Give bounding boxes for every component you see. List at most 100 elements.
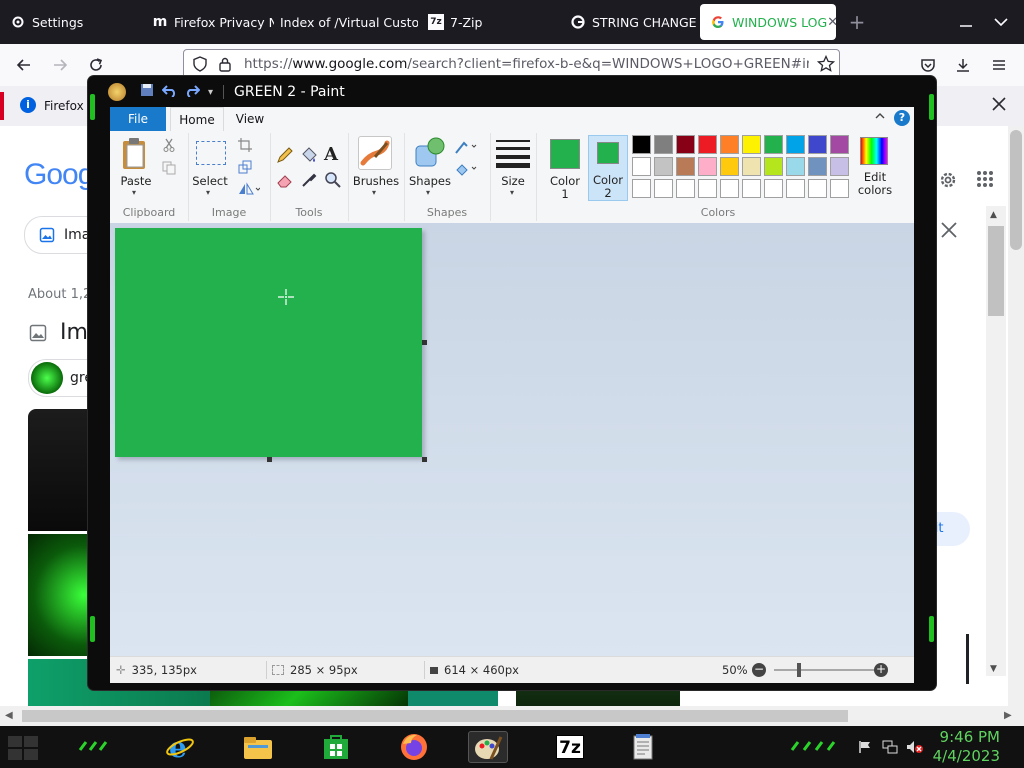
ie-icon[interactable]: e xyxy=(164,731,196,763)
downloads-icon[interactable] xyxy=(952,54,974,76)
palette-swatch[interactable] xyxy=(786,157,805,176)
tab-list-icon[interactable] xyxy=(992,14,1010,30)
url-bar[interactable]: https://www.google.com/search?client=fir… xyxy=(183,49,840,79)
help-icon[interactable]: ? xyxy=(894,110,910,126)
preview-scrollbar[interactable]: ▲ ▼ xyxy=(986,206,1006,676)
outline-icon[interactable] xyxy=(454,139,478,158)
scroll-down-icon[interactable]: ▼ xyxy=(990,664,997,674)
settings-gear-icon[interactable] xyxy=(938,170,958,193)
paint-icon[interactable] xyxy=(468,731,508,763)
apps-grid-icon[interactable] xyxy=(976,170,994,191)
size-button[interactable]: Size xyxy=(490,175,536,188)
resize-handle-corner[interactable] xyxy=(422,457,427,462)
brushes-button[interactable]: Brushes xyxy=(348,175,404,188)
resize-handle-bottom[interactable] xyxy=(267,457,272,462)
select-icon[interactable] xyxy=(196,141,226,165)
palette-swatch[interactable] xyxy=(632,157,651,176)
size-dropdown-icon[interactable]: ▾ xyxy=(510,188,514,197)
zoom-in-button[interactable]: + xyxy=(874,663,888,677)
paste-dropdown-icon[interactable]: ▾ xyxy=(132,188,136,197)
network-icon[interactable] xyxy=(882,740,898,757)
palette-swatch[interactable] xyxy=(676,135,695,154)
reload-button[interactable] xyxy=(85,54,107,76)
palette-swatch[interactable] xyxy=(632,179,651,198)
zoom-out-button[interactable]: − xyxy=(752,663,766,677)
drawing-canvas[interactable] xyxy=(115,228,422,457)
palette-swatch[interactable] xyxy=(830,157,849,176)
crop-icon[interactable] xyxy=(238,138,252,155)
canvas-area[interactable] xyxy=(110,223,914,656)
palette-swatch[interactable] xyxy=(676,179,695,198)
resize-icon[interactable] xyxy=(238,160,252,177)
tab-windows-logo[interactable]: WINDOWS LOG ✕ xyxy=(700,4,836,40)
forward-button[interactable] xyxy=(49,54,71,76)
tab-index-virtual[interactable]: Index of /Virtual Custo xyxy=(276,4,418,40)
palette-swatch[interactable] xyxy=(786,179,805,198)
bookmark-star-icon[interactable] xyxy=(816,54,836,76)
tab-firefox-privacy[interactable]: m Firefox Privacy No xyxy=(142,4,274,40)
scroll-right-icon[interactable]: ▶ xyxy=(1004,710,1012,721)
close-notification-icon[interactable] xyxy=(990,95,1008,116)
eraser-icon[interactable] xyxy=(276,171,294,192)
collapse-ribbon-icon[interactable] xyxy=(874,110,886,125)
palette-swatch[interactable] xyxy=(720,135,739,154)
palette-swatch[interactable] xyxy=(632,135,651,154)
paint-title-bar[interactable]: ▾ GREEN 2 - Paint xyxy=(108,78,918,106)
palette-swatch[interactable] xyxy=(654,179,673,198)
pencil-icon[interactable] xyxy=(276,146,294,167)
paste-button[interactable]: Paste xyxy=(116,175,156,188)
palette-swatch[interactable] xyxy=(830,135,849,154)
palette-swatch[interactable] xyxy=(698,135,717,154)
palette-swatch[interactable] xyxy=(764,179,783,198)
palette-swatch[interactable] xyxy=(830,179,849,198)
select-button[interactable]: Select xyxy=(190,175,230,188)
color2-button[interactable]: Color 2 xyxy=(588,135,628,201)
tab-home[interactable]: Home xyxy=(170,107,224,132)
color-picker-icon[interactable] xyxy=(300,171,318,192)
rotate-icon[interactable] xyxy=(238,182,261,199)
page-scroll-thumb[interactable] xyxy=(1010,130,1022,250)
select-dropdown-icon[interactable]: ▾ xyxy=(206,188,210,197)
menu-icon[interactable] xyxy=(988,54,1010,76)
lock-icon[interactable] xyxy=(218,56,232,75)
cut-icon[interactable] xyxy=(162,138,176,155)
shapes-icon[interactable] xyxy=(414,136,446,171)
google-logo[interactable]: Goog xyxy=(24,158,94,192)
file-explorer-icon[interactable] xyxy=(242,731,274,763)
7zip-icon[interactable]: 7z xyxy=(554,731,586,763)
url-text[interactable]: https://www.google.com/search?client=fir… xyxy=(244,56,809,72)
back-button[interactable] xyxy=(13,54,35,76)
palette-swatch[interactable] xyxy=(698,179,717,198)
edit-colors-button[interactable]: Edit colors xyxy=(856,137,894,199)
taskbar-clock[interactable]: 9:46 PM 4/4/2023 xyxy=(920,728,1000,766)
tab-file[interactable]: File xyxy=(110,107,166,131)
horizontal-scroll-thumb[interactable] xyxy=(22,710,848,722)
palette-swatch[interactable] xyxy=(764,157,783,176)
tab-view[interactable]: View xyxy=(228,107,272,131)
tab-7zip[interactable]: 7z 7-Zip xyxy=(418,4,558,40)
palette-swatch[interactable] xyxy=(654,157,673,176)
scroll-left-icon[interactable]: ◀ xyxy=(5,710,13,721)
zoom-slider-thumb[interactable] xyxy=(797,663,801,677)
palette-swatch[interactable] xyxy=(786,135,805,154)
palette-swatch[interactable] xyxy=(676,157,695,176)
palette-swatch[interactable] xyxy=(742,157,761,176)
palette-swatch[interactable] xyxy=(808,179,827,198)
magnifier-icon[interactable] xyxy=(324,171,342,192)
redo-icon[interactable] xyxy=(184,83,201,101)
firefox-icon[interactable] xyxy=(398,731,430,763)
brushes-icon[interactable] xyxy=(358,136,392,170)
close-preview-icon[interactable] xyxy=(940,221,958,242)
new-tab-button[interactable]: + xyxy=(842,4,872,40)
pocket-icon[interactable] xyxy=(917,54,939,76)
page-scrollbar[interactable] xyxy=(1008,126,1024,706)
save-icon[interactable] xyxy=(140,83,154,101)
tab-string-changer[interactable]: STRING CHANGER xyxy=(560,4,696,40)
fill-icon[interactable] xyxy=(454,161,478,180)
paint-app-icon[interactable] xyxy=(108,83,126,101)
paste-icon[interactable] xyxy=(120,137,150,174)
palette-swatch[interactable] xyxy=(654,135,673,154)
quick-access-dropdown-icon[interactable]: ▾ xyxy=(208,87,213,98)
undo-icon[interactable] xyxy=(161,83,178,101)
fill-bucket-icon[interactable] xyxy=(300,146,318,167)
